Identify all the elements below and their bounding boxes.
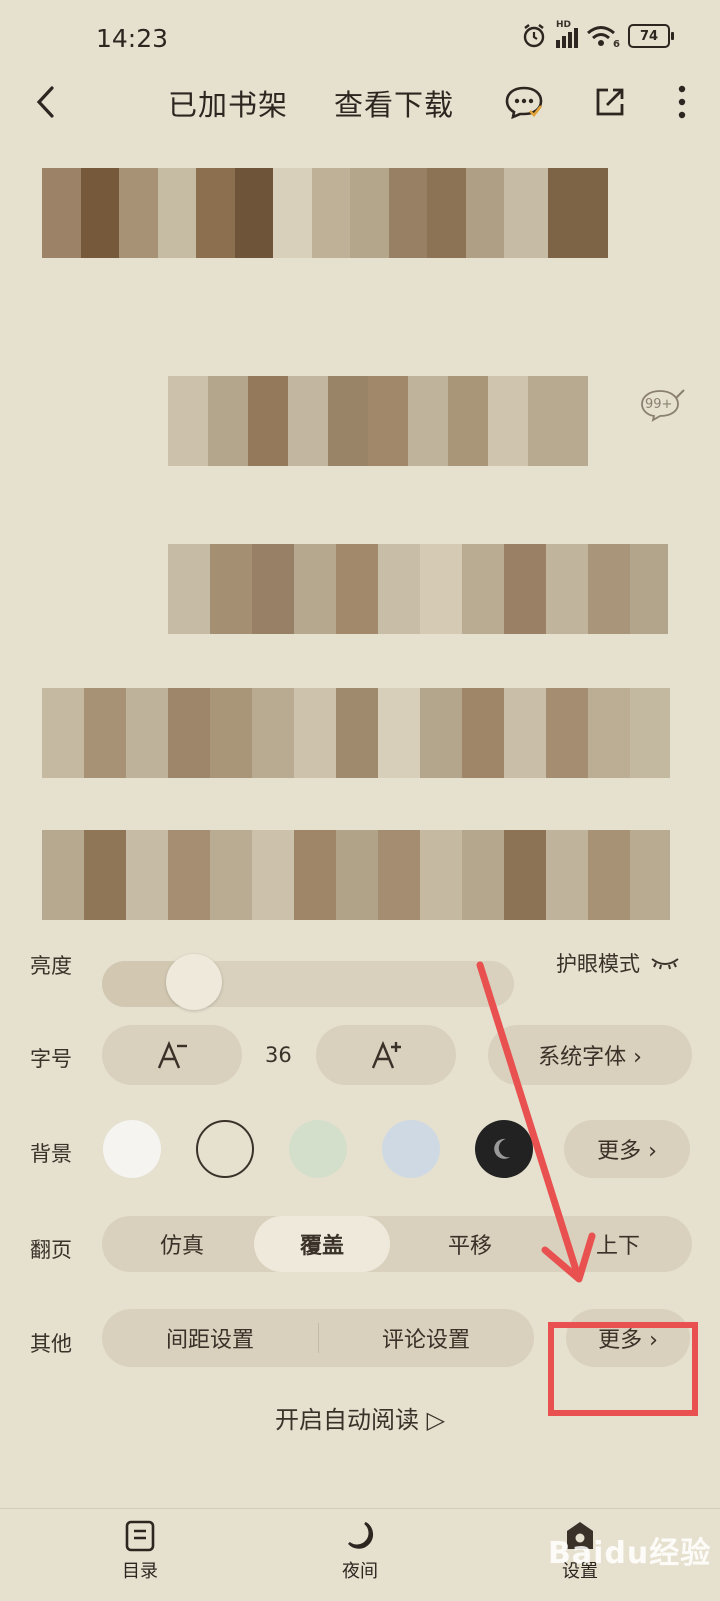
bg-swatch-beige-selected[interactable] (196, 1120, 254, 1178)
nav-label-catalog: 目录 (122, 1561, 158, 1582)
font-decrease-icon (157, 1040, 187, 1069)
brightness-label: 亮度 (30, 954, 72, 978)
moon-icon (348, 1521, 374, 1549)
comment-button[interactable] (502, 80, 546, 124)
page-turn-simulation[interactable]: 仿真 (114, 1216, 250, 1272)
page-turn-cover[interactable]: 覆盖 (254, 1216, 390, 1272)
alarm-icon (523, 24, 545, 48)
signal-icon: HD (556, 20, 578, 48)
brightness-slider[interactable] (102, 954, 514, 1010)
page-turn-vertical[interactable]: 上下 (550, 1216, 686, 1272)
added-to-shelf-button[interactable]: 已加书架 (168, 82, 288, 124)
font-decrease-button[interactable] (102, 1025, 242, 1085)
pixelated-text-line-1 (42, 168, 608, 258)
share-button[interactable] (588, 80, 632, 124)
font-increase-button[interactable] (316, 1025, 456, 1085)
other-options-group: 间距设置 评论设置 (102, 1309, 534, 1367)
nav-label-night: 夜间 (342, 1561, 378, 1582)
status-bar: 14:23 HD 6 74 (0, 0, 720, 70)
comment-settings-button[interactable]: 评论设置 (318, 1309, 534, 1367)
bg-swatch-blue[interactable] (382, 1120, 440, 1178)
nav-item-catalog[interactable]: 目录 (90, 1519, 190, 1583)
reading-content[interactable]: 99+ (0, 140, 720, 940)
wifi-standard-label: 6 (613, 39, 620, 50)
pixelated-text-line-5 (42, 830, 670, 920)
bg-swatch-dark[interactable] (475, 1120, 533, 1178)
pixelated-text-line-4 (42, 688, 670, 778)
bg-swatch-green[interactable] (289, 1120, 347, 1178)
nav-item-night[interactable]: 夜间 (310, 1519, 410, 1583)
chevron-left-icon (36, 86, 54, 118)
network-type-label: HD (556, 20, 572, 30)
font-increase-icon (371, 1040, 401, 1069)
pixelated-text-line-3 (168, 544, 668, 634)
wifi-icon: 6 (586, 24, 620, 50)
font-size-label: 字号 (30, 1047, 72, 1071)
status-icons: HD 6 74 (520, 20, 674, 50)
page-turn-label: 翻页 (30, 1238, 72, 1262)
reader-toolbar: 已加书架 查看下载 (0, 70, 720, 134)
background-more-button[interactable]: 更多 › (564, 1120, 690, 1178)
comment-count-badge[interactable]: 99+ (640, 388, 686, 422)
font-size-value: 36 (265, 1043, 292, 1067)
other-label: 其他 (30, 1332, 72, 1356)
share-icon (596, 88, 624, 116)
bg-swatch-white[interactable] (103, 1120, 161, 1178)
annotation-highlight-box (548, 1322, 698, 1416)
spacing-settings-button[interactable]: 间距设置 (102, 1309, 318, 1367)
page-turn-slide[interactable]: 平移 (402, 1216, 538, 1272)
brightness-slider-thumb[interactable] (165, 954, 222, 1010)
closed-eye-icon (651, 958, 679, 970)
font-family-button[interactable]: 系统字体 › (488, 1025, 692, 1085)
eye-mode-toggle[interactable]: 护眼模式 (556, 948, 680, 978)
battery-icon: 74 (628, 24, 674, 48)
watermark: Baidu经验 (548, 1536, 712, 1571)
back-button[interactable] (24, 80, 68, 124)
catalog-icon (125, 1520, 155, 1552)
chat-bubble-icon (505, 86, 543, 120)
comment-count: 99+ (645, 397, 673, 412)
eye-mode-label: 护眼模式 (556, 952, 640, 976)
page-turn-segmented: 仿真 覆盖 平移 上下 (102, 1216, 692, 1272)
pixelated-text-line-2 (168, 376, 588, 466)
moon-icon (494, 1138, 510, 1159)
status-time: 14:23 (96, 24, 169, 53)
more-menu-button[interactable] (660, 80, 704, 124)
view-download-button[interactable]: 查看下载 (334, 82, 454, 124)
more-vertical-icon (678, 85, 686, 119)
battery-level: 74 (639, 28, 659, 44)
background-label: 背景 (30, 1142, 72, 1166)
